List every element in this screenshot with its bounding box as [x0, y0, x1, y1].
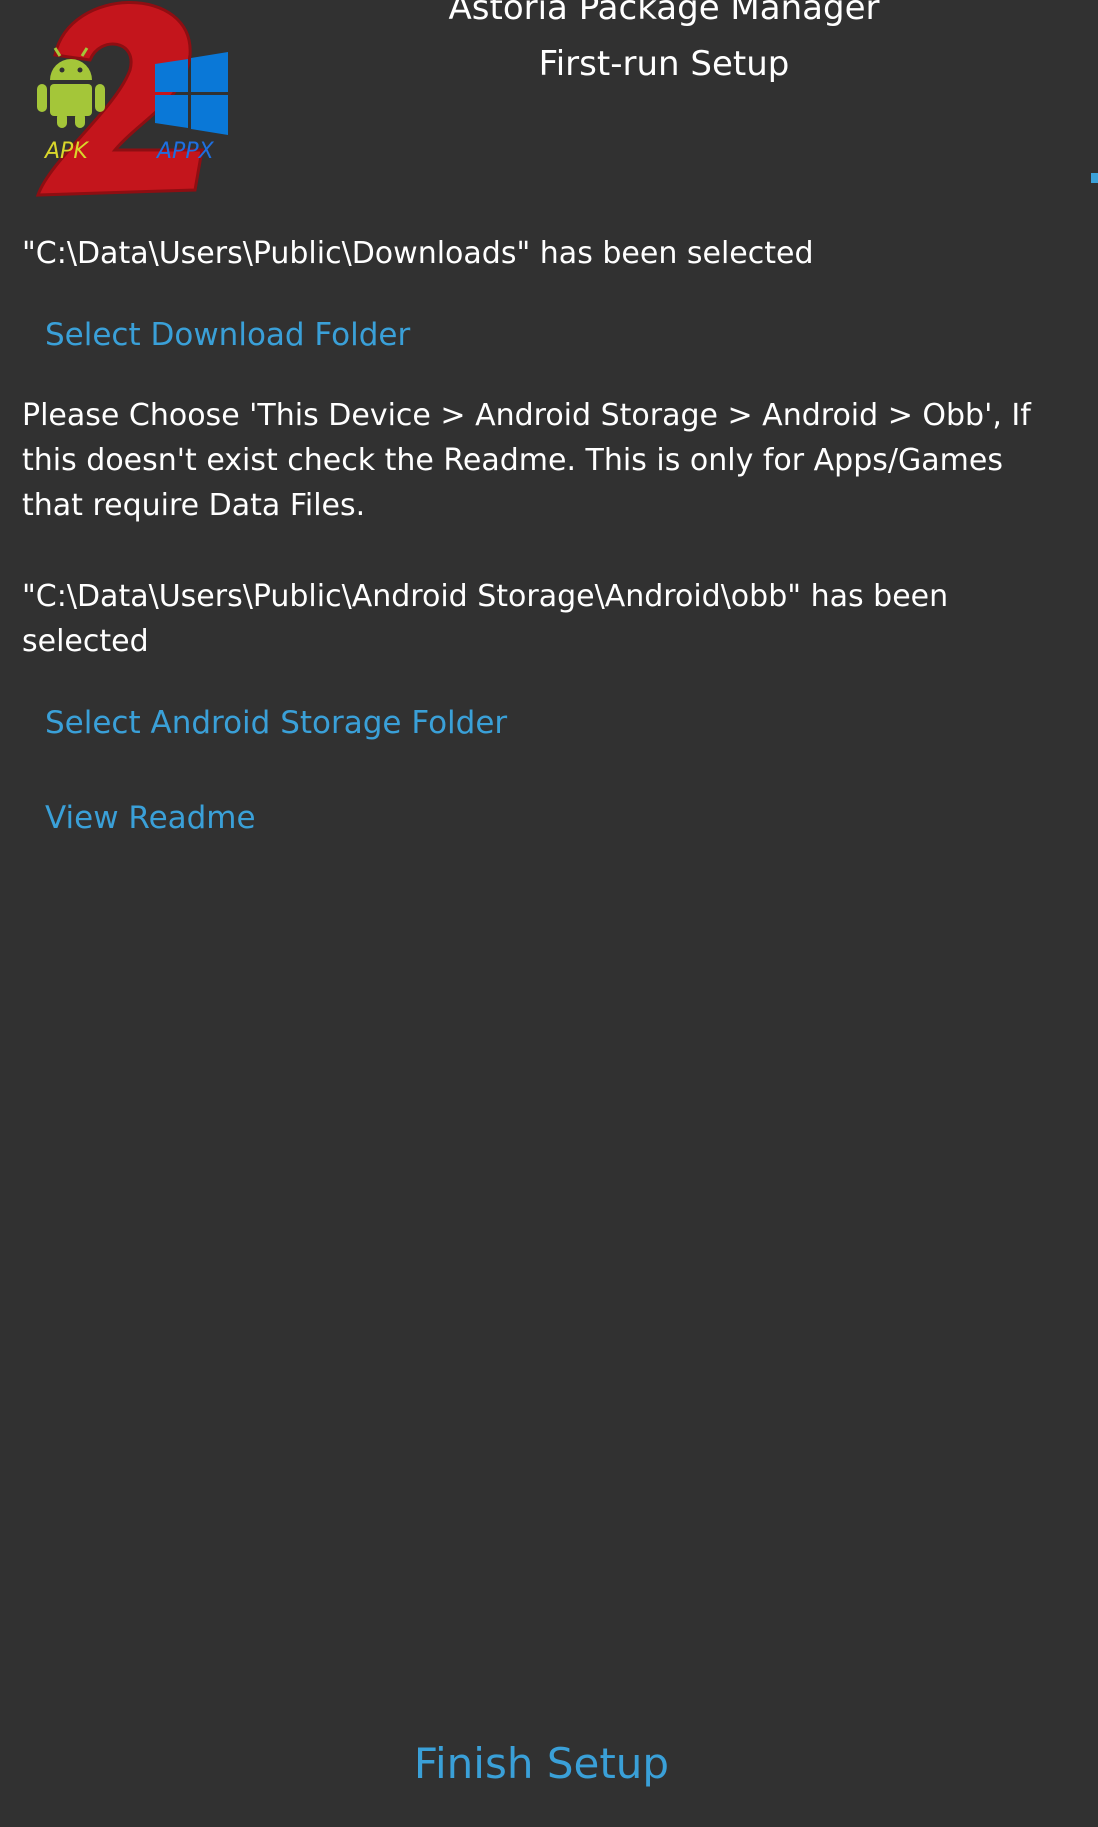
android-storage-instructions: Please Choose 'This Device > Android Sto…: [22, 398, 1031, 523]
svg-text:APPX: APPX: [155, 139, 215, 164]
apk2appx-logo-icon: APK APPX: [35, 1, 228, 197]
view-readme-button[interactable]: View Readme: [45, 796, 256, 841]
select-android-storage-folder-button[interactable]: Select Android Storage Folder: [45, 701, 507, 746]
page-header: Astoria Package Manager First-run Setup: [390, 0, 938, 92]
app-title: Astoria Package Manager: [448, 0, 880, 28]
finish-setup-button[interactable]: Finish Setup: [0, 1736, 1083, 1792]
select-download-folder-button[interactable]: Select Download Folder: [45, 313, 410, 358]
app-logo: APK APPX: [30, 0, 230, 200]
svg-text:APK: APK: [43, 139, 89, 164]
scroll-indicator: [1091, 173, 1098, 183]
download-folder-status: "C:\Data\Users\Public\Downloads" has bee…: [22, 236, 814, 271]
android-storage-status: "C:\Data\Users\Public\Android Storage\An…: [22, 579, 949, 659]
page-subtitle: First-run Setup: [538, 44, 790, 84]
android-icon: [37, 47, 105, 128]
